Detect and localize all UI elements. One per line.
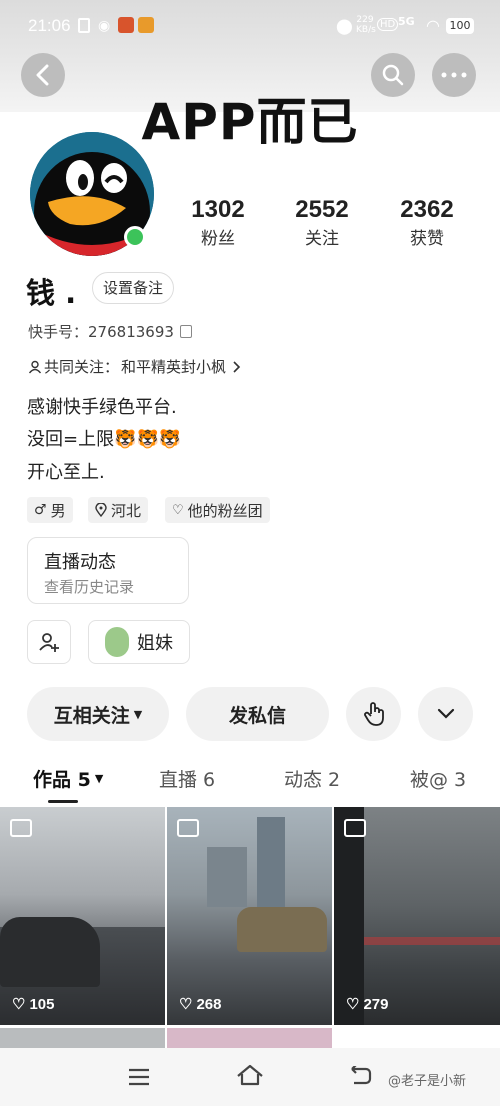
network-speed: 229 KB/s bbox=[356, 15, 376, 35]
watermark: @老子是小新 bbox=[388, 1074, 467, 1089]
mutual-follow-row[interactable]: 共同关注： 和平精英封小枫 bbox=[28, 356, 242, 377]
car-shape bbox=[0, 917, 100, 987]
likes-count: 268 bbox=[196, 995, 222, 1013]
location-pin-icon bbox=[95, 503, 107, 517]
heart-icon: ♡ bbox=[172, 502, 184, 518]
tail-lights bbox=[364, 937, 500, 945]
likes-count: 279 bbox=[363, 995, 389, 1013]
post-thumbnail-partial[interactable] bbox=[167, 1028, 332, 1048]
post-thumbnail[interactable]: ♡ 268 bbox=[167, 807, 332, 1025]
wechat-icon: ◉ bbox=[98, 18, 111, 34]
back-nav-icon[interactable] bbox=[348, 1066, 372, 1086]
more-icon bbox=[441, 72, 467, 78]
heart-icon: ♡ bbox=[346, 996, 360, 1013]
stat-value: 1302 bbox=[191, 196, 245, 223]
chevron-down-icon bbox=[437, 708, 454, 719]
add-friend-button[interactable] bbox=[27, 620, 71, 664]
post-likes: ♡ 279 bbox=[346, 995, 389, 1014]
fan-group-tag[interactable]: ♡ 他的粉丝团 bbox=[165, 497, 270, 523]
likes-count: 105 bbox=[29, 995, 55, 1013]
live-card-title: 直播动态 bbox=[44, 552, 116, 573]
mutual-value: 和平精英封小枫 bbox=[121, 358, 227, 376]
post-thumbnail-partial[interactable] bbox=[0, 1028, 165, 1048]
mutual-label: 共同关注： bbox=[44, 358, 120, 376]
post-likes: ♡ 105 bbox=[12, 995, 55, 1014]
stat-likes[interactable]: 2362 获赞 bbox=[382, 196, 472, 249]
stat-label: 粉丝 bbox=[201, 229, 235, 249]
speed-value: 229 bbox=[356, 15, 374, 25]
app-notification-icon-2 bbox=[138, 17, 154, 33]
sister-button[interactable]: 姐妹 bbox=[88, 620, 190, 664]
tab-label: 作品 5 bbox=[33, 769, 91, 791]
post-likes: ♡ 268 bbox=[179, 995, 222, 1014]
live-card-subtitle: 查看历史记录 bbox=[44, 578, 135, 596]
caret-down-icon: ▼ bbox=[94, 772, 104, 785]
taxi-shape bbox=[237, 907, 327, 952]
kuaishou-id: 快手号： 276813693 bbox=[28, 321, 192, 342]
mutual-follow-button[interactable]: 互相关注 ▼ bbox=[27, 687, 169, 741]
gallery-icon bbox=[10, 819, 32, 837]
sister-sticker-icon bbox=[105, 627, 129, 657]
post-thumbnail[interactable]: ♡ 105 bbox=[0, 807, 165, 1025]
status-time: 21:06 bbox=[28, 16, 71, 35]
location-tag: 河北 bbox=[88, 497, 149, 523]
fan-group-text: 他的粉丝团 bbox=[187, 501, 263, 520]
gallery-icon bbox=[177, 819, 199, 837]
clipboard-icon bbox=[78, 18, 90, 33]
tab-live[interactable]: 直播 6 bbox=[159, 765, 215, 792]
copy-icon[interactable] bbox=[179, 325, 192, 338]
post-thumbnail[interactable]: ♡ 279 bbox=[334, 807, 500, 1025]
chevron-right-icon bbox=[233, 360, 241, 373]
building-shape bbox=[257, 817, 285, 907]
interact-button[interactable] bbox=[346, 687, 401, 741]
profile-name: 钱 . bbox=[26, 276, 77, 310]
stat-fans[interactable]: 1302 粉丝 bbox=[173, 196, 263, 249]
stat-following[interactable]: 2552 关注 bbox=[277, 196, 367, 249]
gallery-icon bbox=[344, 819, 366, 837]
gender-text: 男 bbox=[50, 501, 66, 520]
tab-indicator bbox=[48, 800, 78, 803]
send-message-button[interactable]: 发私信 bbox=[186, 687, 329, 741]
male-icon: ♂ bbox=[34, 502, 47, 518]
person-icon bbox=[28, 360, 42, 373]
heart-icon: ♡ bbox=[12, 996, 26, 1013]
bio-line: 没回=上限🐯🐯🐯 bbox=[27, 429, 182, 450]
gender-tag: ♂ 男 bbox=[27, 497, 73, 523]
live-history-card[interactable]: 直播动态 查看历史记录 bbox=[27, 537, 189, 604]
sister-label: 姐妹 bbox=[137, 633, 173, 654]
location-text: 河北 bbox=[111, 501, 142, 520]
expand-button[interactable] bbox=[418, 687, 473, 741]
bio-line: 开心至上. bbox=[27, 462, 105, 483]
speed-unit: KB/s bbox=[356, 25, 376, 35]
tab-moments[interactable]: 动态 2 bbox=[284, 765, 340, 792]
stat-label: 关注 bbox=[305, 229, 339, 249]
app-notification-icon bbox=[118, 17, 134, 33]
add-user-icon bbox=[39, 633, 59, 652]
system-nav-bar: @老子是小新 bbox=[0, 1048, 500, 1106]
window-frame bbox=[334, 807, 364, 1025]
caret-down-icon: ▼ bbox=[133, 707, 143, 721]
tap-hand-icon bbox=[363, 702, 384, 726]
stat-value: 2552 bbox=[295, 196, 349, 223]
tab-mentioned[interactable]: 被@ 3 bbox=[410, 765, 466, 792]
network-type: 5G bbox=[398, 15, 415, 28]
stat-label: 获赞 bbox=[410, 229, 444, 249]
building-shape-2 bbox=[207, 847, 247, 907]
battery-icon: 100 bbox=[446, 18, 474, 34]
stat-value: 2362 bbox=[400, 196, 454, 223]
tab-works[interactable]: 作品 5 ▼ bbox=[33, 765, 103, 792]
id-label: 快手号： bbox=[28, 323, 89, 341]
heart-icon: ♡ bbox=[179, 996, 193, 1013]
wifi-icon: ◠ bbox=[426, 16, 440, 35]
bio-line: 感谢快手绿色平台. bbox=[27, 397, 177, 418]
status-bar: 21:06 ◉ ⬤ 229 KB/s HD 5G ◠ 100 bbox=[0, 0, 500, 52]
mutual-follow-label: 互相关注 bbox=[53, 704, 130, 727]
set-remark-button[interactable]: 设置备注 bbox=[92, 272, 175, 304]
id-value: 276813693 bbox=[88, 322, 174, 341]
online-status-dot bbox=[124, 226, 146, 248]
home-icon[interactable] bbox=[236, 1064, 264, 1086]
hd-icon: HD bbox=[377, 18, 399, 31]
menu-icon[interactable] bbox=[128, 1068, 150, 1086]
location-icon: ⬤ bbox=[336, 17, 353, 35]
